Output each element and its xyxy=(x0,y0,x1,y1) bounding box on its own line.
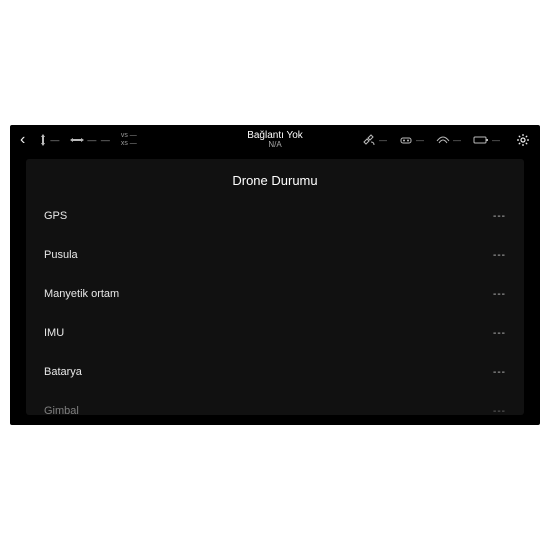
top-bar: ‹ — — — vs — xs — Bağlantı Yok N/A xyxy=(10,125,540,155)
status-value: --- xyxy=(493,289,506,300)
status-label: Manyetik ortam xyxy=(44,288,119,300)
distance-readout: — — xyxy=(70,135,111,145)
status-row-gimbal[interactable]: Gimbal --- xyxy=(26,395,524,415)
status-value: --- xyxy=(493,211,506,222)
signal-icon xyxy=(436,135,450,145)
drone-status-panel: Drone Durumu GPS --- Pusula --- Manyetik… xyxy=(26,159,524,415)
app-screen: ‹ — — — vs — xs — Bağlantı Yok N/A xyxy=(10,125,540,425)
status-row-magnetic[interactable]: Manyetik ortam --- xyxy=(26,278,524,311)
panel-title: Drone Durumu xyxy=(26,159,524,200)
altitude-readout: — xyxy=(39,134,60,146)
vertical-arrows-icon xyxy=(39,134,47,146)
satellite-icon xyxy=(362,134,376,146)
status-row-gps[interactable]: GPS --- xyxy=(26,200,524,233)
satellite-status[interactable]: — xyxy=(362,134,387,146)
status-row-imu[interactable]: IMU --- xyxy=(26,317,524,350)
connection-status[interactable]: Bağlantı Yok N/A xyxy=(247,130,303,150)
status-label: GPS xyxy=(44,210,67,222)
gear-icon xyxy=(516,133,530,147)
status-value: --- xyxy=(493,328,506,339)
status-row-battery[interactable]: Batarya --- xyxy=(26,356,524,389)
battery-icon xyxy=(473,135,489,145)
status-label: Batarya xyxy=(44,366,82,378)
speed-readout: vs — xs — xyxy=(121,132,137,147)
horizontal-arrows-icon xyxy=(70,136,84,144)
status-list[interactable]: GPS --- Pusula --- Manyetik ortam --- IM… xyxy=(26,200,524,415)
battery-status[interactable]: — xyxy=(473,135,500,145)
settings-button[interactable] xyxy=(512,133,534,147)
status-label: IMU xyxy=(44,327,64,339)
status-value: --- xyxy=(493,250,506,261)
back-button[interactable]: ‹ xyxy=(16,131,29,149)
connection-sub: N/A xyxy=(247,141,303,150)
signal-status[interactable]: — xyxy=(436,135,461,145)
status-label: Gimbal xyxy=(44,405,79,415)
status-value: --- xyxy=(493,406,506,416)
status-row-compass[interactable]: Pusula --- xyxy=(26,239,524,272)
status-label: Pusula xyxy=(44,249,78,261)
rc-icon xyxy=(399,135,413,145)
status-value: --- xyxy=(493,367,506,378)
rc-status[interactable]: — xyxy=(399,135,424,145)
